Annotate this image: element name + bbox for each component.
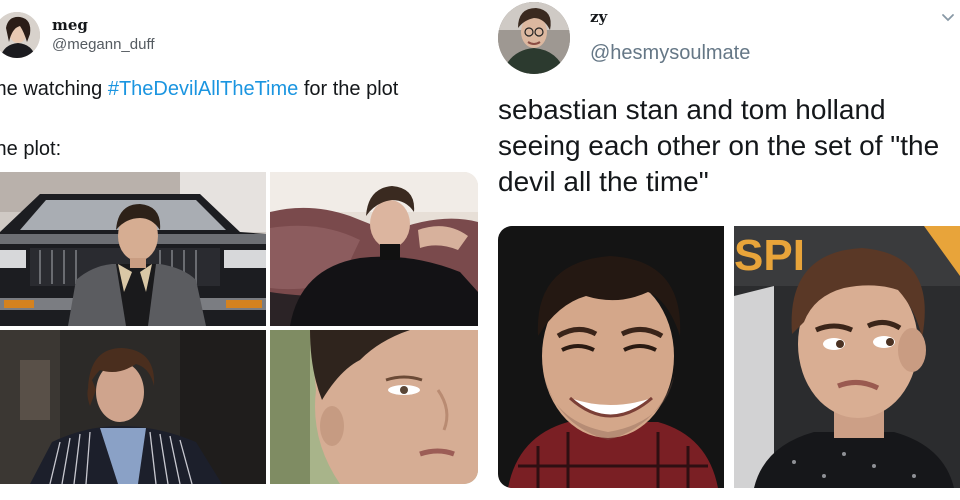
- tweet-text-suffix: for the plot: [298, 78, 399, 100]
- tweet-text-prefix: me watching: [0, 78, 108, 100]
- photo-man-side-eye[interactable]: SPI: [734, 226, 960, 488]
- tweet-text: sebastian stan and tom holland seeing ea…: [498, 94, 940, 197]
- tweet-text-line-1: me watching #TheDevilAllTheTime for the …: [0, 78, 398, 101]
- display-name[interactable]: meg: [52, 16, 88, 34]
- tweet-hesmysoulmate[interactable]: zy @hesmysoulmate sebastian stan and tom…: [482, 0, 960, 500]
- poster-background-text: SPI: [734, 231, 805, 280]
- photo-face-closeup[interactable]: [270, 330, 478, 484]
- photo-grid: [0, 172, 478, 484]
- screenshot-canvas: meg @megann_duff me watching #TheDevilAl…: [0, 0, 960, 500]
- photo-pair: SPI: [498, 226, 960, 488]
- avatar-zy[interactable]: [498, 2, 570, 74]
- hashtag-link[interactable]: #TheDevilAllTheTime: [108, 78, 298, 100]
- tweet-megann-duff[interactable]: meg @megann_duff me watching #TheDevilAl…: [0, 0, 482, 500]
- photo-man-pinstripe[interactable]: [0, 330, 266, 484]
- avatar-meg[interactable]: [0, 12, 40, 58]
- photo-man-on-couch[interactable]: [270, 172, 478, 326]
- user-handle[interactable]: @hesmysoulmate: [590, 42, 750, 65]
- user-handle[interactable]: @megann_duff: [52, 36, 155, 53]
- display-name[interactable]: zy: [590, 8, 607, 26]
- tweet-text-line-2: the plot:: [0, 138, 62, 160]
- chevron-down-icon[interactable]: [940, 10, 956, 26]
- photo-man-grinning[interactable]: [498, 226, 724, 488]
- photo-man-with-car[interactable]: [0, 172, 266, 326]
